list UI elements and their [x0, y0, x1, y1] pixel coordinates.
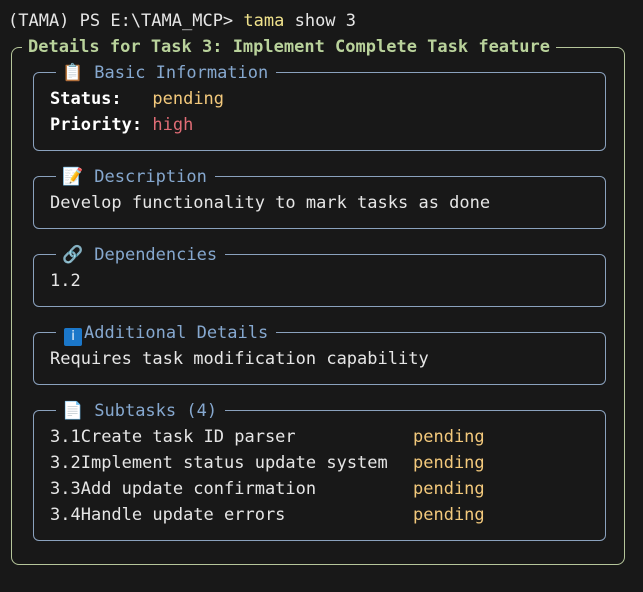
subtask-row: 3.2Implement status update system: [50, 452, 388, 474]
subtask-id: 3.2: [50, 453, 81, 473]
subtask-row: 3.1Create task ID parser: [50, 426, 296, 448]
subtask-name: Implement status update system: [80, 453, 388, 473]
prompt-text: (TAMA) PS E:\TAMA_MCP>: [8, 11, 244, 31]
status-line: Status: pending: [50, 88, 224, 110]
subtask-status: pending: [413, 479, 485, 499]
command-args: show 3: [284, 11, 357, 31]
dependencies-title-text: Dependencies: [94, 245, 218, 265]
additional-title: i Additional Details: [56, 322, 277, 346]
dependencies-title: 🔗 Dependencies: [56, 244, 226, 266]
description-text: Develop functionality to mark tasks as d…: [50, 193, 491, 213]
clipboard-icon: 📋: [62, 63, 84, 83]
additional-title-text: Additional Details: [84, 323, 269, 343]
status-label: Status:: [50, 89, 122, 109]
document-icon: 📄: [62, 401, 84, 421]
basic-info-title: 📋 Basic Information: [56, 62, 277, 84]
subtask-status: pending: [413, 427, 485, 447]
subtask-id: 3.3: [50, 479, 81, 499]
description-title-text: Description: [94, 167, 207, 187]
subtask-row: 3.3Add update confirmation: [50, 478, 316, 500]
command-text: tama: [243, 11, 285, 31]
subtask-name: Handle update errors: [80, 505, 286, 525]
subtasks-title: 📄 Subtasks (4): [56, 400, 226, 422]
subtasks-title-text: Subtasks (4): [94, 401, 218, 421]
info-icon: i: [64, 328, 82, 346]
terminal-prompt-line: (TAMA) PS E:\TAMA_MCP> tama show 3: [8, 10, 356, 32]
subtask-id: 3.1: [50, 427, 81, 447]
dependencies-text: 1.2: [50, 271, 81, 291]
link-icon: 🔗: [62, 245, 84, 265]
basic-info-title-text: Basic Information: [94, 63, 269, 83]
subtask-row: 3.4Handle update errors: [50, 504, 285, 526]
priority-label: Priority:: [50, 115, 143, 135]
subtask-id: 3.4: [50, 505, 81, 525]
subtask-status: pending: [413, 505, 485, 525]
description-title: 📝 Description: [56, 166, 215, 188]
details-title: Details for Task 3: Implement Complete T…: [22, 36, 556, 58]
additional-text: Requires task modification capability: [50, 349, 429, 369]
priority-value: high: [152, 115, 194, 135]
memo-icon: 📝: [62, 167, 84, 187]
subtask-status: pending: [413, 453, 485, 473]
subtask-name: Add update confirmation: [80, 479, 317, 499]
priority-line: Priority: high: [50, 114, 193, 136]
subtask-name: Create task ID parser: [80, 427, 296, 447]
status-value: pending: [152, 89, 225, 109]
